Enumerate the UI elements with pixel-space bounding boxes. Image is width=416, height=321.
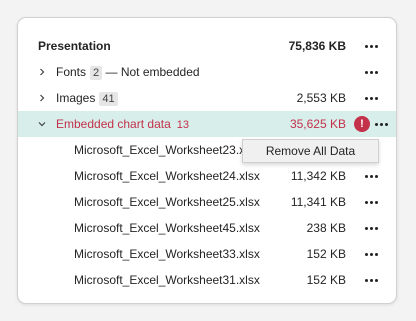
more-icon — [364, 174, 378, 178]
fonts-row[interactable]: Fonts 2 — Not embedded — [18, 59, 396, 85]
file-row-33[interactable]: Microsoft_Excel_Worksheet33.xlsx 152 KB — [18, 241, 396, 267]
file-row-24[interactable]: Microsoft_Excel_Worksheet24.xlsx 11,342 … — [18, 163, 396, 189]
images-size: 2,553 KB — [296, 91, 346, 105]
more-icon — [364, 278, 378, 282]
more-icon — [364, 96, 378, 100]
embedded-chart-data-row[interactable]: Embedded chart data 13 35,625 KB ! — [18, 111, 396, 137]
presentation-title: Presentation — [38, 39, 111, 53]
images-count-badge: 41 — [99, 91, 118, 106]
file-row-45[interactable]: Microsoft_Excel_Worksheet45.xlsx 238 KB — [18, 215, 396, 241]
file-more-button[interactable] — [362, 245, 380, 263]
file-more-button[interactable] — [362, 271, 380, 289]
images-row[interactable]: Images 41 2,553 KB — [18, 85, 396, 111]
fonts-note: — Not embedded — [105, 64, 200, 79]
chevron-down-icon[interactable] — [37, 119, 47, 129]
more-icon — [374, 122, 388, 126]
images-label: Images — [56, 90, 96, 105]
more-icon — [364, 44, 378, 48]
embedded-label-group: Embedded chart data 13 — [56, 117, 189, 132]
images-more-button[interactable] — [362, 89, 380, 107]
file-more-button[interactable] — [362, 219, 380, 237]
storage-panel: Presentation 75,836 KB Fonts 2 — Not embe… — [17, 17, 397, 304]
more-icon — [364, 200, 378, 204]
file-size: 238 KB — [306, 221, 346, 235]
fonts-label-group: Fonts 2 — Not embedded — [56, 65, 200, 80]
file-name: Microsoft_Excel_Worksheet31.xlsx — [74, 273, 260, 287]
file-more-button[interactable] — [362, 167, 380, 185]
presentation-total-size: 75,836 KB — [288, 39, 346, 53]
file-name: Microsoft_Excel_Worksheet24.xlsx — [74, 169, 260, 183]
file-size: 11,341 KB — [290, 195, 346, 209]
more-icon — [364, 70, 378, 74]
embedded-label: Embedded chart data — [56, 116, 171, 131]
file-name: Microsoft_Excel_Worksheet25.xlsx — [74, 195, 260, 209]
file-row-25[interactable]: Microsoft_Excel_Worksheet25.xlsx 11,341 … — [18, 189, 396, 215]
more-icon — [364, 252, 378, 256]
file-name: Microsoft_Excel_Worksheet23.xlsx — [74, 143, 260, 157]
more-icon — [364, 226, 378, 230]
file-name: Microsoft_Excel_Worksheet45.xlsx — [74, 221, 260, 235]
file-size: 152 KB — [306, 247, 346, 261]
file-size: 152 KB — [306, 273, 346, 287]
fonts-count-badge: 2 — [90, 65, 103, 80]
chevron-right-icon[interactable] — [37, 67, 47, 77]
warning-icon: ! — [354, 116, 370, 132]
file-more-button[interactable] — [362, 193, 380, 211]
file-row-31[interactable]: Microsoft_Excel_Worksheet31.xlsx 152 KB — [18, 267, 396, 293]
remove-all-data-menu-item[interactable]: Remove All Data — [242, 139, 379, 163]
presentation-more-button[interactable] — [362, 37, 380, 55]
file-size: 11,342 KB — [290, 169, 346, 183]
embedded-more-button[interactable] — [372, 115, 390, 133]
chevron-right-icon[interactable] — [37, 93, 47, 103]
embedded-size: 35,625 KB — [289, 117, 346, 131]
images-label-group: Images 41 — [56, 91, 118, 106]
presentation-row: Presentation 75,836 KB — [18, 33, 396, 59]
file-name: Microsoft_Excel_Worksheet33.xlsx — [74, 247, 260, 261]
fonts-more-button[interactable] — [362, 63, 380, 81]
fonts-label: Fonts — [56, 64, 87, 79]
embedded-count: 13 — [176, 118, 189, 131]
